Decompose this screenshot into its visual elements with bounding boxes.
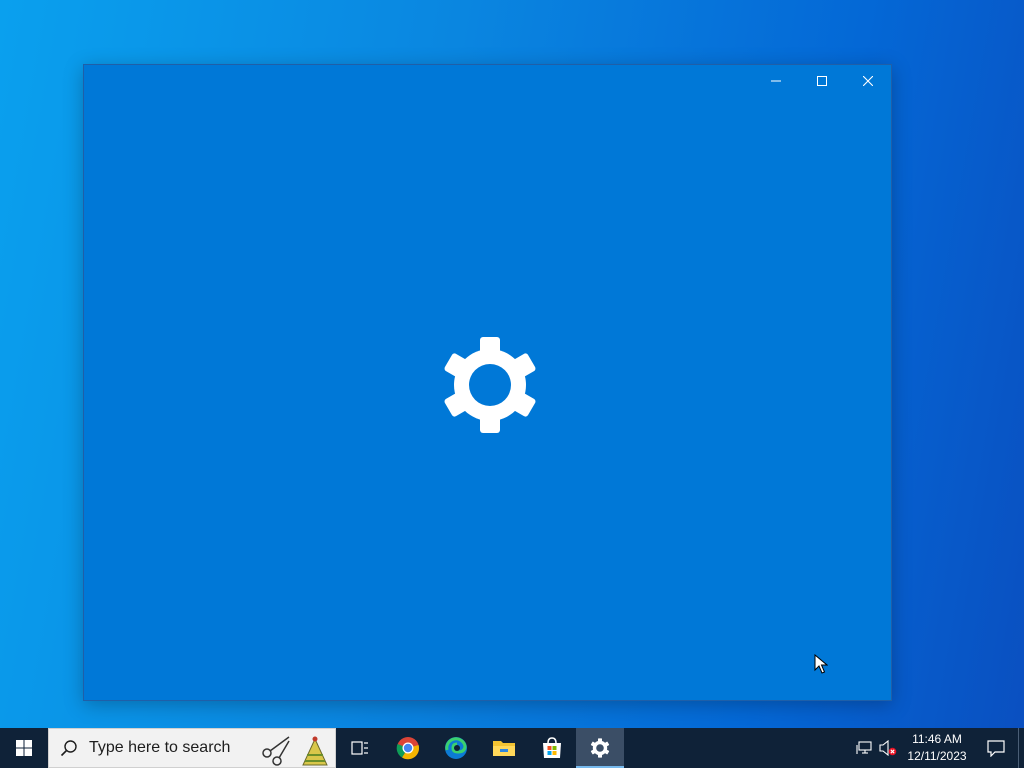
action-center-button[interactable]	[974, 728, 1018, 768]
settings-app-button[interactable]	[576, 728, 624, 768]
file-explorer-app-button[interactable]	[480, 728, 528, 768]
volume-muted-icon	[879, 740, 897, 756]
store-icon	[543, 737, 561, 758]
search-highlight-doodle-icon	[262, 736, 328, 766]
network-icon	[856, 741, 872, 754]
close-icon	[863, 76, 873, 86]
gear-icon	[444, 337, 536, 433]
search-icon	[60, 740, 77, 757]
system-tray: 11:46 AM 12/11/2023	[852, 728, 1024, 768]
network-button[interactable]	[852, 728, 876, 768]
maximize-button[interactable]	[799, 65, 845, 97]
clock-date: 12/11/2023	[907, 749, 967, 763]
folder-icon	[493, 741, 515, 756]
store-app-button[interactable]	[528, 728, 576, 768]
settings-window[interactable]	[83, 64, 892, 701]
minimize-icon	[771, 80, 781, 82]
search-icon-wrap	[49, 739, 89, 757]
windows-logo-icon	[16, 740, 32, 756]
desktop	[0, 0, 1024, 728]
volume-button[interactable]	[876, 728, 900, 768]
search-placeholder: Type here to search	[89, 739, 231, 756]
maximize-icon	[817, 76, 827, 86]
start-button[interactable]	[0, 728, 48, 768]
gear-icon	[590, 738, 610, 758]
clock-time: 11:46 AM	[912, 732, 962, 746]
chrome-app-button[interactable]	[384, 728, 432, 768]
task-view-icon	[351, 741, 368, 755]
close-button[interactable]	[845, 65, 891, 97]
edge-icon	[445, 737, 467, 759]
task-view-button[interactable]	[336, 728, 384, 768]
caption-buttons	[753, 65, 891, 97]
minimize-button[interactable]	[753, 65, 799, 97]
edge-app-button[interactable]	[432, 728, 480, 768]
clock[interactable]: 11:46 AM 12/11/2023	[900, 731, 974, 765]
show-desktop-button[interactable]	[1018, 728, 1024, 768]
mouse-cursor-icon	[814, 654, 828, 674]
search-box[interactable]: Type here to search	[48, 728, 336, 768]
chrome-icon	[396, 737, 420, 760]
notification-icon	[987, 740, 1005, 757]
taskbar: Type here to search 11:46 AM 12/11/2023	[0, 728, 1024, 768]
